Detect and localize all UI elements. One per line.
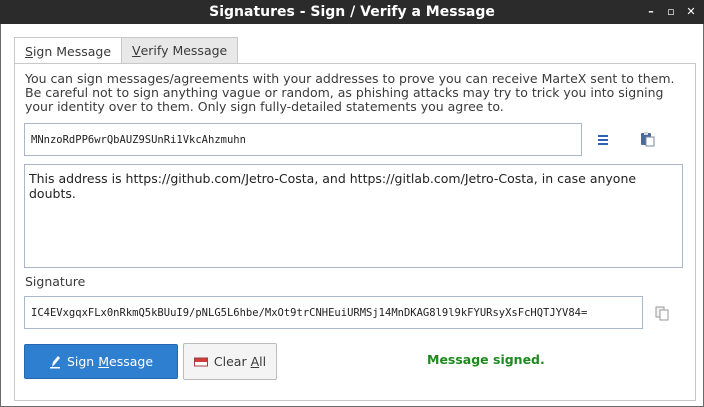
- message-textarea[interactable]: This address is https://github.com/Jetro…: [24, 164, 683, 268]
- window-title: Signatures - Sign / Verify a Message: [209, 4, 495, 20]
- copy-icon[interactable]: [651, 302, 673, 324]
- sign-button-pre: Sign: [66, 354, 99, 369]
- sign-button-post: essage: [109, 354, 154, 369]
- address-book-icon[interactable]: [592, 129, 614, 151]
- status-message: Message signed.: [427, 352, 545, 367]
- tab-sign-message[interactable]: Sign Message: [14, 37, 123, 64]
- sign-button-label: Sign Message: [67, 354, 153, 369]
- dialog-body: Sign Message Verify Message You can sign…: [0, 24, 704, 407]
- title-bar: Signatures - Sign / Verify a Message – ▫…: [0, 0, 704, 24]
- eraser-icon: [193, 357, 208, 366]
- tab-bar: Sign Message Verify Message: [14, 37, 239, 64]
- sign-message-panel: You can sign messages/agreements with yo…: [14, 63, 696, 401]
- minimize-button[interactable]: –: [644, 4, 658, 18]
- clear-button-post: ll: [259, 354, 267, 369]
- paste-icon[interactable]: [636, 128, 658, 150]
- clear-button-mnemonic: A: [250, 354, 260, 369]
- tab-verify-mnemonic: V: [132, 43, 141, 58]
- close-button[interactable]: ✕: [684, 4, 698, 18]
- sign-description: You can sign messages/agreements with yo…: [25, 71, 675, 114]
- clear-button-label: Clear All: [214, 354, 266, 369]
- signature-output[interactable]: IC4EVxgqxFLx0nRkmQ5kBUuI9/pNLG5L6hbe/MxO…: [24, 296, 643, 329]
- tab-sign-label: ign Message: [32, 43, 112, 59]
- signature-label: Signature: [25, 274, 86, 289]
- tab-verify-message[interactable]: Verify Message: [122, 37, 239, 63]
- clear-all-button[interactable]: Clear All: [183, 343, 277, 380]
- pen-icon: [49, 355, 60, 368]
- address-input[interactable]: MNnzoRdPP6wrQbAUZ9SUnRi1VkcAhzmuhn: [24, 123, 582, 156]
- maximize-button[interactable]: ▫: [664, 4, 678, 18]
- sign-button-mnemonic: M: [98, 354, 110, 369]
- tab-sign-mnemonic: S: [25, 43, 33, 59]
- sign-message-button[interactable]: Sign Message: [24, 344, 178, 379]
- clear-button-pre: Clear: [213, 354, 251, 369]
- tab-verify-label: erify Message: [140, 43, 228, 58]
- window-controls: – ▫ ✕: [644, 4, 698, 18]
